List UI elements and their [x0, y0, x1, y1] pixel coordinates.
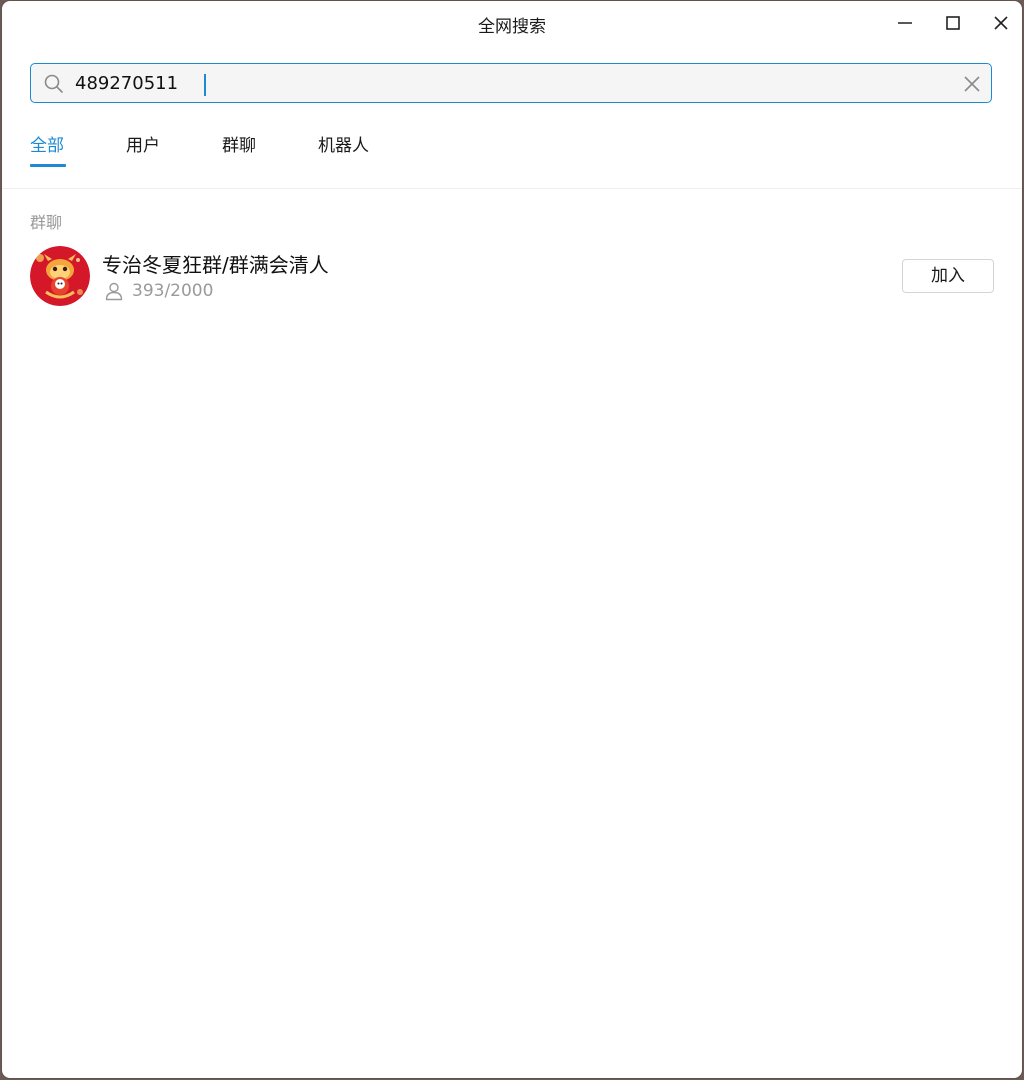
search-box[interactable]: [30, 63, 992, 103]
person-icon: [105, 282, 123, 301]
avatar[interactable]: [30, 246, 90, 306]
join-button[interactable]: 加入: [902, 259, 994, 293]
title-bar: 全网搜索: [2, 1, 1022, 45]
search-window: 全网搜索 全部: [2, 1, 1022, 1078]
group-name: 专治冬夏狂群/群满会清人: [102, 253, 329, 277]
maximize-icon: [946, 16, 960, 30]
member-count: 393/2000: [132, 281, 214, 301]
tab-bots[interactable]: 机器人: [318, 131, 369, 156]
text-caret: [204, 74, 206, 96]
list-item[interactable]: 专治冬夏狂群/群满会清人 393/2000 加入: [2, 241, 1022, 311]
divider: [2, 188, 1022, 189]
clear-icon[interactable]: [961, 73, 983, 95]
tab-label: 全部: [30, 136, 64, 156]
maximize-button[interactable]: [938, 9, 968, 37]
tab-label: 用户: [126, 136, 160, 156]
minimize-button[interactable]: [890, 9, 920, 37]
close-button[interactable]: [986, 9, 1016, 37]
tab-users[interactable]: 用户: [126, 131, 160, 156]
window-title: 全网搜索: [478, 17, 546, 37]
section-label: 群聊: [30, 213, 63, 232]
active-tab-indicator: [30, 164, 66, 167]
tab-label: 群聊: [222, 136, 256, 156]
tab-all[interactable]: 全部: [30, 131, 66, 167]
search-icon: [44, 74, 63, 93]
close-icon: [994, 16, 1008, 30]
tab-groups[interactable]: 群聊: [222, 131, 256, 156]
tab-label: 机器人: [318, 136, 369, 156]
dragon-avatar-icon: [30, 246, 90, 306]
minimize-icon: [898, 22, 912, 24]
